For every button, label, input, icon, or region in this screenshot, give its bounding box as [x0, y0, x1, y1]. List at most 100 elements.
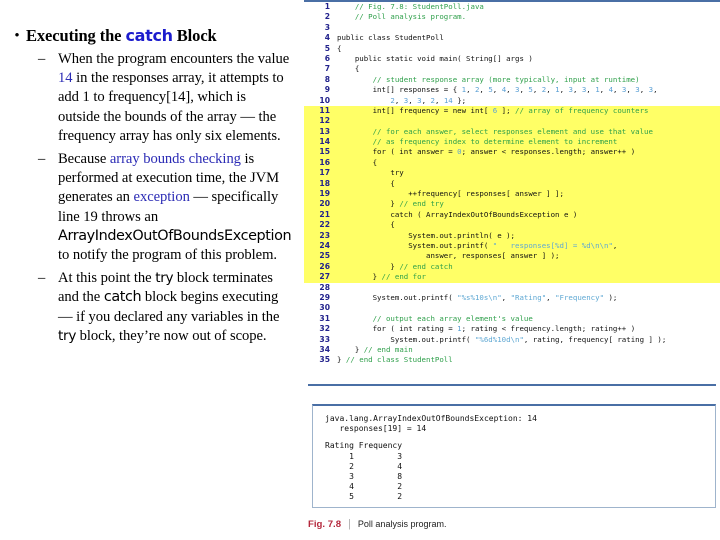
code-line: 20 } // end try	[304, 199, 720, 210]
code-number-literal: 2	[474, 85, 480, 95]
code-number-literal: 0	[457, 147, 462, 157]
code-number-literal: 4	[501, 85, 507, 95]
code-line-text: } // end try	[390, 199, 444, 209]
figure-number-label: Fig. 7.8	[308, 519, 342, 530]
text-segment: Because	[58, 151, 110, 168]
code-line-number: 26	[319, 261, 330, 271]
dash-marker-icon: –	[38, 270, 46, 287]
text-segment: 14	[58, 70, 73, 87]
bullet-point-text: When the program encounters the value 14…	[58, 50, 290, 146]
code-line: 8 // student response array (more typica…	[304, 75, 720, 85]
code-line-number: 29	[319, 292, 330, 302]
code-line-text: System.out.printf( " responses[%d] = %d\…	[408, 240, 618, 250]
text-segment: When the program encounters the value	[58, 51, 290, 67]
bullet-marker-icon: •	[14, 28, 20, 44]
code-line: 2 // Poll analysis program.	[304, 12, 720, 22]
code-line-number: 33	[319, 334, 330, 344]
code-line: 3	[304, 23, 720, 33]
code-line-text: } // end class StudentPoll	[337, 355, 453, 365]
output-line: 4 2	[325, 482, 403, 492]
code-number-literal: 4	[608, 85, 614, 95]
caption-text: Poll analysis program.	[357, 519, 447, 529]
code-number-literal: 3	[568, 85, 573, 95]
code-line-number: 6	[324, 53, 330, 63]
code-line-text: ++frequency[ responses[ answer ] ];	[408, 189, 564, 199]
page-title: Executing the catch Block	[26, 26, 217, 46]
text-segment: At this point the	[58, 270, 156, 287]
code-line-number: 21	[319, 209, 330, 219]
code-number-literal: 1	[555, 85, 560, 95]
code-number-literal: 2	[390, 95, 395, 105]
code-line-number: 14	[319, 137, 330, 147]
code-number-literal: 3	[581, 85, 587, 95]
code-line: 33 System.out.printf( "%6d%10d\n", ratin…	[304, 335, 720, 345]
code-line: 19 ++frequency[ responses[ answer ] ];	[304, 189, 720, 200]
code-number-literal: 3	[403, 95, 409, 105]
code-number-literal: 3	[621, 85, 627, 95]
code-line: 13 // for each answer, select responses …	[304, 126, 720, 138]
code-line-text: catch ( ArrayIndexOutOfBoundsException e…	[390, 209, 578, 219]
slide-text-column: • Executing the catch Block – When the pr…	[0, 0, 300, 540]
code-line: 18 {	[304, 178, 720, 190]
code-line-text: try	[390, 168, 404, 178]
code-comment: // array of frequency counters	[515, 105, 649, 115]
output-line: java.lang.ArrayIndexOutOfBoundsException…	[325, 414, 537, 423]
code-line-text: System.out.printf( "%6d%10d\n", rating, …	[390, 334, 667, 344]
code-line: 14 // as frequency index to determine el…	[304, 137, 720, 148]
code-comment: // end main	[363, 344, 413, 354]
code-line: 21 catch ( ArrayIndexOutOfBoundsExceptio…	[304, 209, 720, 221]
code-line: 16 {	[304, 157, 720, 169]
output-line: Rating Frequency	[325, 441, 403, 451]
text-segment: try	[58, 327, 77, 344]
code-number-literal: 2	[541, 85, 547, 95]
code-line: 1 // Fig. 7.8: StudentPoll.java	[304, 2, 720, 12]
code-line-number: 22	[319, 220, 330, 230]
code-comment: // end class StudentPoll	[345, 355, 453, 365]
code-number-literal: 14	[443, 95, 453, 105]
text-segment: array bounds checking	[109, 151, 241, 168]
figure-caption: Fig. 7.8 | Poll analysis program.	[308, 518, 446, 530]
code-line-number: 27	[319, 272, 330, 282]
code-number-literal: 2	[430, 95, 435, 105]
code-line-text: public class StudentPoll	[337, 33, 444, 43]
bullet-point-2: – Because array bounds checking is perfor…	[8, 150, 294, 265]
code-line-number: 18	[319, 178, 330, 188]
code-line: 29 System.out.printf( "%s%10s\n", "Ratin…	[304, 293, 720, 303]
bullet-point-3: – At this point the try block terminates …	[8, 269, 294, 346]
code-line-text: } // end catch	[390, 261, 453, 271]
code-line-number: 1	[324, 2, 330, 11]
code-number-literal: 3	[515, 85, 520, 95]
code-line-text: // as frequency index to determine eleme…	[337, 137, 720, 147]
text-segment: catch	[103, 289, 142, 306]
code-line-text: for ( int rating = 1; rating < frequency…	[372, 324, 636, 334]
code-line: 9 int[] responses = { 1, 2, 5, 4, 3, 5, …	[304, 85, 720, 95]
program-output-panel: java.lang.ArrayIndexOutOfBoundsException…	[312, 404, 716, 508]
text-segment: ArrayIndexOutOfBoundsException	[58, 227, 292, 244]
code-line: 10 2, 3, 3, 2, 14 };	[304, 96, 720, 106]
code-line-number: 34	[319, 344, 330, 354]
code-line: 4 public class StudentPoll	[304, 33, 720, 43]
code-comment: // for each answer, select responses ele…	[372, 126, 653, 136]
code-line: 35} // end class StudentPoll	[304, 355, 720, 365]
code-line-text: // Poll analysis program.	[337, 12, 720, 22]
output-line: 3 8	[325, 472, 403, 482]
code-line-number: 17	[319, 168, 330, 178]
code-line-number: 32	[319, 324, 330, 334]
code-line-number: 31	[319, 313, 330, 323]
code-string-literal: "%6d%10d\n"	[474, 334, 524, 344]
bullet-point-list: – When the program encounters the value 1…	[8, 50, 294, 346]
code-comment: // student response array (more typicall…	[372, 74, 640, 84]
code-line: 12	[304, 116, 720, 127]
code-line: 34 } // end main	[304, 345, 720, 355]
bullet-point-1: – When the program encounters the value 1…	[8, 50, 294, 146]
code-number-literal: 3	[648, 85, 654, 95]
code-number-literal: 3	[417, 95, 422, 105]
code-line: 23 System.out.println( e );	[304, 230, 720, 241]
code-line-text: // student response array (more typicall…	[337, 75, 720, 85]
page-title-suffix: Block	[172, 26, 217, 45]
code-line-number: 23	[319, 230, 330, 240]
code-line: 24 System.out.printf( " responses[%d] = …	[304, 240, 720, 252]
output-blank-line	[325, 434, 715, 441]
